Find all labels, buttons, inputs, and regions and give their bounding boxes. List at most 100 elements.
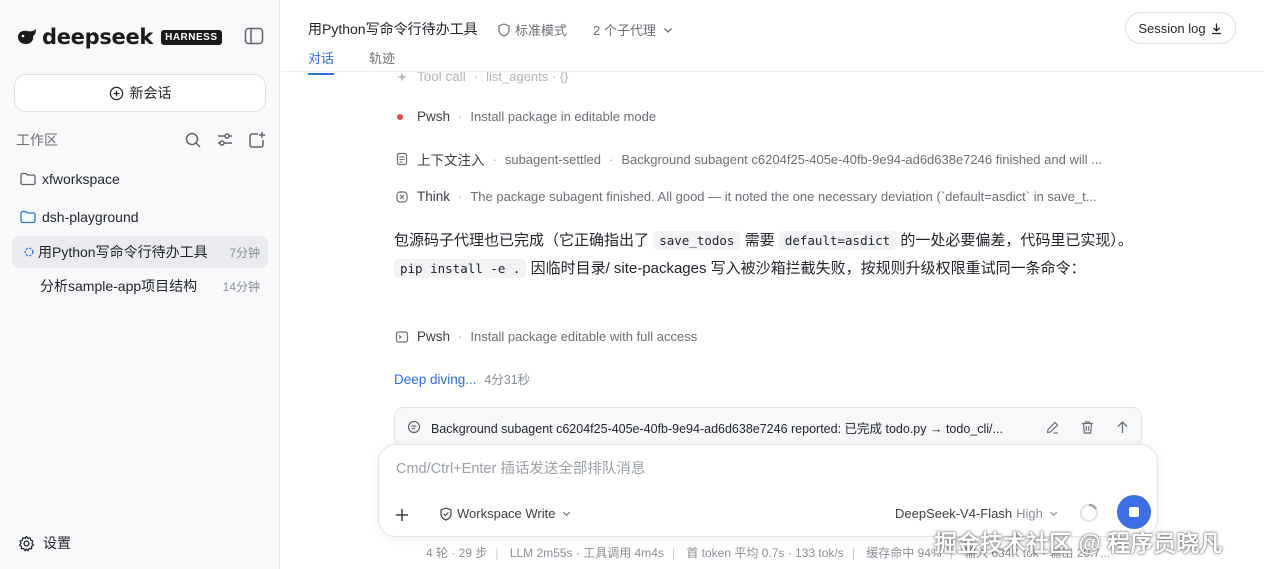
sidebar-toggle-icon[interactable] xyxy=(244,27,264,45)
folder-dsh-playground[interactable]: dsh-playground xyxy=(20,209,139,225)
whale-logo-icon xyxy=(18,29,36,44)
step-separator: · xyxy=(608,151,614,167)
arrow-up-icon[interactable] xyxy=(1115,420,1130,435)
step-name: Tool call xyxy=(417,72,466,84)
attach-button[interactable] xyxy=(387,500,417,530)
queue-message-icon xyxy=(407,420,421,434)
step-think[interactable]: Think · The package subagent finished. A… xyxy=(395,189,1145,204)
chevron-down-icon xyxy=(1049,511,1057,517)
step-desc: Background subagent c6204f25-405e-40fb-9… xyxy=(621,151,1102,167)
brain-icon xyxy=(396,190,408,203)
plus-icon xyxy=(396,509,408,521)
folder-label: xfworkspace xyxy=(42,171,120,187)
step-name: 上下文注入 xyxy=(417,153,485,168)
step-name: Think xyxy=(417,189,451,204)
conversation: Tool call · list_agents · {} Pwsh · Inst… xyxy=(281,72,1264,569)
subagents-label: 2 个子代理 xyxy=(593,23,656,38)
stat-rounds: 4 轮 · 29 步 xyxy=(426,546,488,560)
settings-button[interactable]: 设置 xyxy=(18,533,71,553)
folder-open-icon xyxy=(20,210,36,224)
session-log-label: Session log xyxy=(1138,20,1206,36)
top-bar: 用Python写命令行待办工具 标准模式 2 个子代理 Session log … xyxy=(281,0,1264,75)
workspace-title: 工作区 xyxy=(16,132,58,148)
step-tag: subagent-settled xyxy=(504,151,601,167)
step-desc: The package subagent finished. All good … xyxy=(470,189,1097,204)
assistant-message: 包源码子代理也已完成（它正确指出了 save_todos 需要 default=… xyxy=(394,227,1146,283)
step-separator: · xyxy=(458,189,463,204)
step-name: Pwsh xyxy=(417,109,451,124)
chevron-down-icon xyxy=(562,511,570,517)
context-usage-ring-icon[interactable] xyxy=(1077,501,1101,525)
queued-message[interactable]: Background subagent c6204f25-405e-40fb-9… xyxy=(394,407,1142,447)
thread-label: 用Python写命令行待办工具 xyxy=(38,244,208,260)
thread-item[interactable]: 分析sample-app项目结构 14分钟 xyxy=(12,270,268,302)
folder-xfworkspace[interactable]: xfworkspace xyxy=(20,171,120,187)
message-text: 因临时目录/ site-packages 写入被沙箱拦截失败，按规则升级权限重试… xyxy=(530,260,1086,277)
message-text: 包源码子代理也已完成（它正确指出了 xyxy=(394,232,650,249)
new-chat-button[interactable]: 新会话 xyxy=(14,74,266,112)
mode-selector[interactable]: 标准模式 xyxy=(497,20,567,39)
terminal-icon xyxy=(395,330,409,343)
stop-square-icon xyxy=(1129,507,1139,517)
permission-label: Workspace Write xyxy=(457,506,556,521)
thread-label: 分析sample-app项目结构 xyxy=(40,278,198,294)
step-separator: · xyxy=(492,151,497,167)
workspace-header: 工作区 xyxy=(16,130,266,150)
stat-cache: 缓存命中 94% xyxy=(866,546,942,560)
queued-text: Background subagent c6204f25-405e-40fb-9… xyxy=(431,421,1003,436)
permission-selector[interactable]: Workspace Write xyxy=(439,506,572,521)
step-separator: · xyxy=(473,72,479,84)
thread-item-active[interactable]: 用Python写命令行待办工具 7分钟 xyxy=(12,236,268,268)
sparkle-icon xyxy=(397,72,407,82)
running-spinner-icon xyxy=(24,247,34,257)
model-name: DeepSeek-V4-Flash xyxy=(895,506,1013,521)
session-log-button[interactable]: Session log xyxy=(1125,12,1236,44)
plus-circle-icon xyxy=(109,86,123,100)
settings-label: 设置 xyxy=(43,535,71,551)
thread-time: 14分钟 xyxy=(222,279,260,294)
red-status-dot-icon xyxy=(397,113,403,120)
trash-icon[interactable] xyxy=(1080,420,1095,435)
stat-llm-time: LLM 2m55s · 工具调用 4m4s xyxy=(509,546,664,560)
step-tool-call[interactable]: Tool call · list_agents · {} xyxy=(395,72,1145,84)
gear-icon xyxy=(18,535,35,551)
step-desc: Install package editable with full acces… xyxy=(470,329,698,344)
mode-label: 标准模式 xyxy=(515,23,568,38)
deep-diving-label: Deep diving... xyxy=(394,372,477,387)
new-chat-label: 新会话 xyxy=(129,85,172,101)
thread-time: 7分钟 xyxy=(229,245,260,260)
step-desc: Install package in editable mode xyxy=(470,109,657,124)
shield-icon xyxy=(498,22,510,37)
folder-label: dsh-playground xyxy=(42,209,139,225)
inline-code: pip install -e . xyxy=(394,259,527,278)
message-input[interactable] xyxy=(396,461,1096,477)
reasoning-level: High xyxy=(1016,506,1043,521)
brand[interactable]: deepseek HARNESS xyxy=(16,25,222,49)
step-context-injection[interactable]: 上下文注入 · subagent-settled · Background su… xyxy=(395,149,1145,169)
sidebar: deepseek HARNESS 新会话 工作区 xfworkspace dsh… xyxy=(0,0,280,569)
search-icon[interactable] xyxy=(184,131,202,149)
step-pwsh-full-access[interactable]: Pwsh · Install package editable with ful… xyxy=(395,329,1145,344)
step-desc: list_agents · {} xyxy=(486,72,569,84)
tab-trace[interactable]: 轨迹 xyxy=(369,48,395,73)
step-pwsh[interactable]: Pwsh · Install package in editable mode xyxy=(395,109,1145,124)
download-icon xyxy=(1211,23,1221,34)
new-folder-icon[interactable] xyxy=(248,131,266,149)
model-selector[interactable]: DeepSeek-V4-Flash High xyxy=(895,506,1059,521)
inline-code: save_todos xyxy=(653,231,741,250)
filter-sliders-icon[interactable] xyxy=(216,131,234,149)
folder-icon xyxy=(20,172,36,186)
deep-diving-status: Deep diving... 4分31秒 xyxy=(394,369,530,388)
document-icon xyxy=(396,152,408,166)
tab-conversation[interactable]: 对话 xyxy=(308,48,335,75)
brand-name: deepseek xyxy=(42,25,154,49)
page-title: 用Python写命令行待办工具 xyxy=(308,21,478,37)
shield-check-icon xyxy=(440,506,452,521)
step-separator: · xyxy=(458,329,463,344)
watermark: 掘金技术社区 @ 程序员晓凡 xyxy=(934,530,1223,556)
brand-badge: HARNESS xyxy=(161,29,222,45)
deep-diving-time: 4分31秒 xyxy=(484,373,531,387)
stat-token-speed: 首 token 平均 0.7s · 133 tok/s xyxy=(686,546,844,560)
subagents-dropdown[interactable]: 2 个子代理 xyxy=(593,20,674,39)
edit-pencil-icon[interactable] xyxy=(1045,420,1060,435)
